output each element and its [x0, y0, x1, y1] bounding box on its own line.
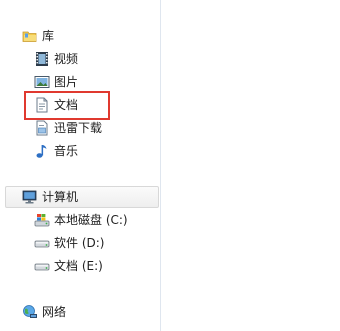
- library-folder-icon: [22, 28, 38, 44]
- navigation-pane: 库 视频 图片 文档 迅雷下载 音乐 计算机 本地磁盘 (C:) 软件 (D:)…: [0, 0, 161, 331]
- network-globe-icon: [22, 304, 38, 320]
- nav-item-pictures[interactable]: 图片: [34, 72, 78, 92]
- nav-item-music[interactable]: 音乐: [34, 141, 78, 161]
- nav-item-drive-e[interactable]: 文档 (E:): [34, 256, 103, 276]
- nav-item-computer[interactable]: 计算机: [22, 187, 78, 207]
- nav-item-network[interactable]: 网络: [22, 302, 66, 322]
- system-drive-icon: [34, 212, 50, 228]
- drive-icon: [34, 258, 50, 274]
- nav-item-drive-c[interactable]: 本地磁盘 (C:): [34, 210, 128, 230]
- nav-item-drive-d[interactable]: 软件 (D:): [34, 233, 104, 253]
- nav-label-documents: 文档: [54, 98, 79, 112]
- nav-item-video[interactable]: 视频: [34, 49, 78, 69]
- nav-label-pictures: 图片: [54, 75, 79, 89]
- download-folder-icon: [34, 120, 50, 136]
- nav-label-computer: 计算机: [42, 190, 79, 204]
- nav-label-drive-e: 文档 (E:): [54, 259, 103, 273]
- music-note-icon: [34, 143, 50, 159]
- nav-label-network: 网络: [42, 305, 67, 319]
- nav-item-library[interactable]: 库: [22, 26, 54, 46]
- picture-icon: [34, 74, 50, 90]
- video-icon: [34, 51, 50, 67]
- drive-icon: [34, 235, 50, 251]
- nav-label-library: 库: [42, 29, 55, 43]
- computer-icon: [22, 189, 38, 205]
- nav-label-drive-d: 软件 (D:): [54, 236, 105, 250]
- document-icon: [34, 97, 50, 113]
- nav-label-drive-c: 本地磁盘 (C:): [54, 213, 128, 227]
- nav-item-documents[interactable]: 文档: [34, 95, 78, 115]
- nav-item-thunder-downloads[interactable]: 迅雷下载: [34, 118, 102, 138]
- nav-label-music: 音乐: [54, 144, 79, 158]
- nav-label-thunder-downloads: 迅雷下载: [54, 121, 103, 135]
- nav-label-video: 视频: [54, 52, 79, 66]
